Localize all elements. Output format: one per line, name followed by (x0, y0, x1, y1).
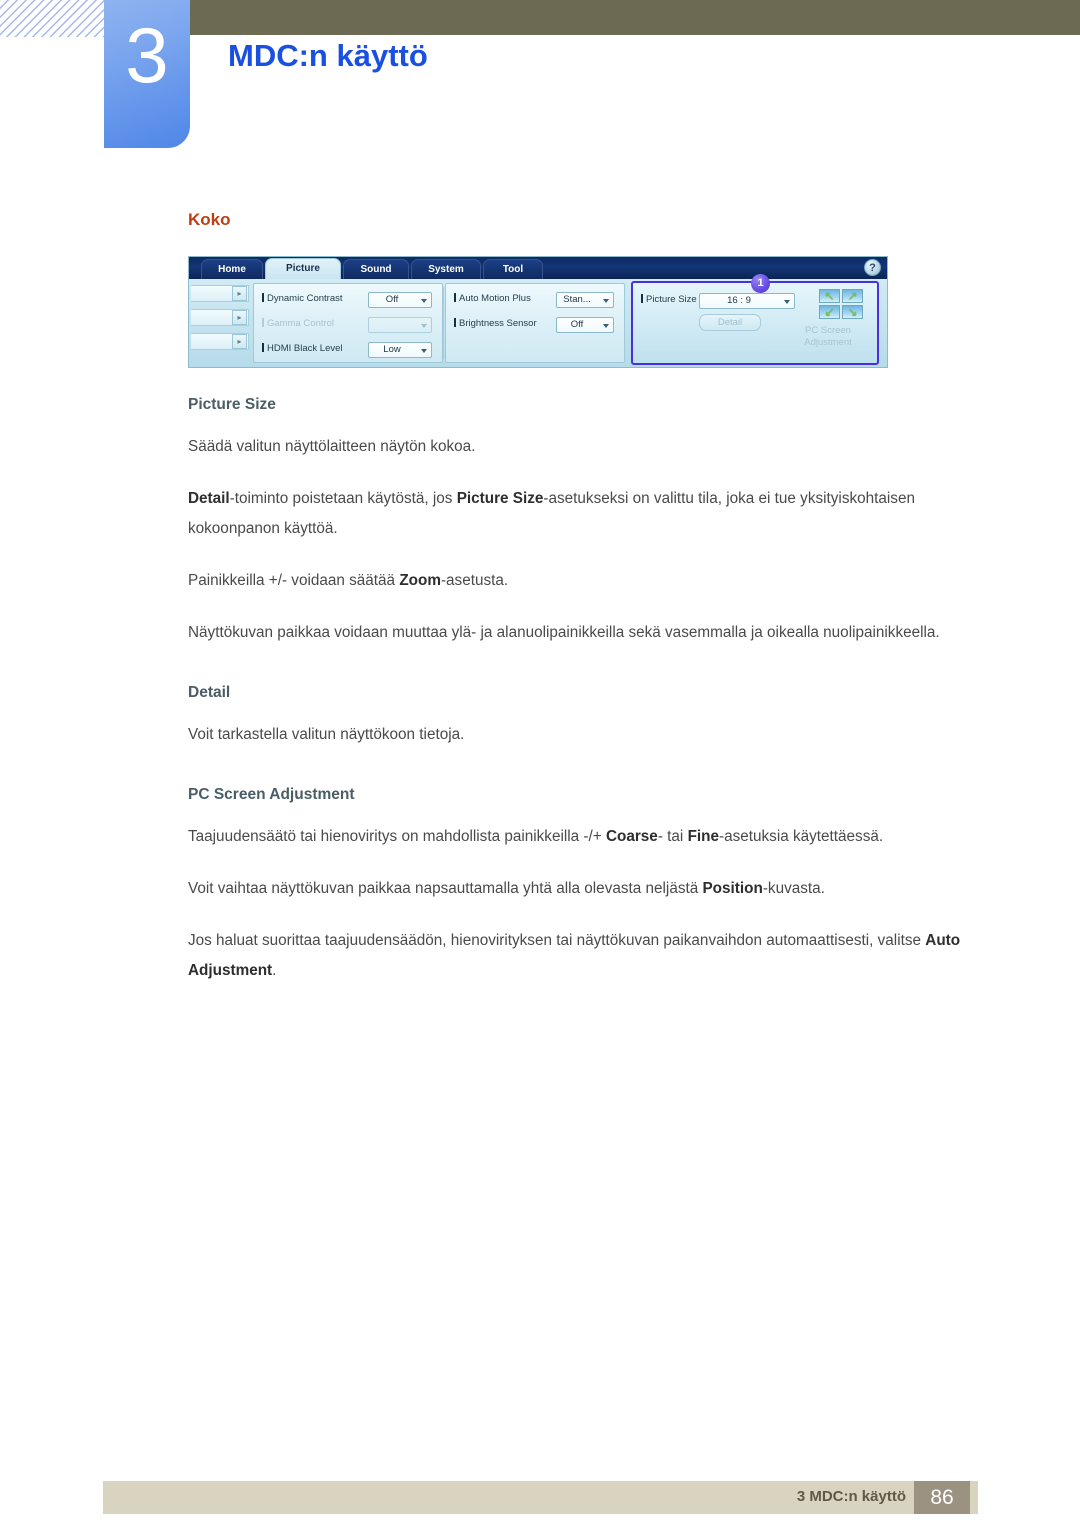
position-icon-bottom-right[interactable]: ↘ (842, 305, 863, 319)
text-run: -toiminto poistetaan käytöstä, jos (229, 490, 457, 507)
control-label: Gamma Control (262, 318, 334, 329)
header-olive-bar (190, 0, 1080, 35)
brightness-sensor-dropdown[interactable]: Off (556, 317, 614, 333)
paragraph-pc-2: Voit vaihtaa näyttökuvan paikkaa napsaut… (188, 874, 1008, 904)
gamma-control-dropdown (368, 317, 432, 333)
text-run: . (272, 962, 277, 979)
position-icon-top-right[interactable]: ↗ (842, 289, 863, 303)
mdc-tab-tool[interactable]: Tool (483, 259, 543, 279)
help-icon[interactable]: ? (864, 259, 881, 276)
detail-button[interactable]: Detail (699, 314, 761, 331)
control-hdmi-black-level: HDMI Black Level Low (254, 340, 442, 359)
page-title: MDC:n käyttö (228, 38, 428, 73)
emphasis-coarse: Coarse (605, 828, 658, 845)
chapter-number: 3 (125, 11, 169, 99)
hdmi-black-level-label: HDMI Black Level (267, 343, 343, 354)
text-run: Taajuudensäätö tai hienoviritys on mahdo… (188, 828, 606, 845)
chevron-down-icon (421, 324, 427, 328)
emphasis-picture-size: Picture Size (456, 490, 544, 507)
text-run: - tai (657, 828, 688, 845)
mdc-left-stub-column: ▸ ▸ ▸ (191, 285, 249, 357)
mdc-panel-picture-size-highlighted: 1 Picture Size 16 : 9 Detail ↖ ↗ ↙ ↘ PC … (631, 274, 879, 365)
control-gamma-control: Gamma Control (254, 315, 442, 334)
page-footer: 3 MDC:n käyttö 86 (103, 1481, 978, 1514)
mdc-tab-system[interactable]: System (411, 259, 481, 279)
mdc-tab-bar: Home Picture Sound System Tool ? (189, 257, 887, 279)
position-icon-grid: ↖ ↗ ↙ ↘ (819, 289, 865, 321)
hdmi-black-level-dropdown[interactable]: Low (368, 342, 432, 358)
footer-page-number: 86 (914, 1481, 970, 1514)
sub-heading-pc-screen-adjustment: PC Screen Adjustment (188, 786, 355, 803)
gamma-control-label: Gamma Control (267, 318, 335, 329)
chevron-down-icon (603, 299, 609, 303)
stub-row[interactable]: ▸ (191, 309, 249, 326)
paragraph-detail-1: Voit tarkastella valitun näyttökoon tiet… (188, 726, 465, 743)
footer-chapter-label: 3 MDC:n käyttö (796, 1488, 906, 1505)
control-label: Picture Size (641, 294, 697, 305)
panel-divider (443, 287, 444, 359)
paragraph-pc-1: Taajuudensäätö tai hienoviritys on mahdo… (188, 822, 1008, 852)
mdc-tab-sound[interactable]: Sound (343, 259, 409, 279)
mdc-application-screenshot: Home Picture Sound System Tool ? ▸ ▸ ▸ D… (188, 256, 888, 368)
dynamic-contrast-label: Dynamic Contrast (267, 293, 343, 304)
dropdown-value: Off (385, 294, 399, 305)
text-run: -asetuksia käytettäessä. (719, 828, 884, 845)
paragraph-pc-3: Jos haluat suorittaa taajuudensäädön, hi… (188, 926, 1008, 986)
stub-row[interactable]: ▸ (191, 285, 249, 302)
content-area: Koko Home Picture Sound System Tool ? ▸ … (188, 210, 1008, 1008)
paragraph-picture-size-1: Säädä valitun näyttölaitteen näytön koko… (188, 438, 476, 455)
chevron-down-icon (421, 299, 427, 303)
position-icon-bottom-left[interactable]: ↙ (819, 305, 840, 319)
chevron-right-icon[interactable]: ▸ (232, 286, 247, 301)
dropdown-value: Stan... (563, 294, 591, 305)
text-run: Painikkeilla +/- voidaan säätää (188, 572, 400, 589)
mdc-tab-home[interactable]: Home (201, 259, 263, 279)
mdc-panel-middle: Auto Motion Plus Stan... Brightness Sens… (445, 283, 625, 363)
auto-motion-plus-dropdown[interactable]: Stan... (556, 292, 614, 308)
text-run: -asetusta. (440, 572, 509, 589)
pc-screen-adjustment-caption: PC Screen Adjustment (804, 325, 852, 348)
chapter-number-tab: 3 (104, 0, 190, 148)
stub-row[interactable]: ▸ (191, 333, 249, 350)
control-label: Brightness Sensor (454, 318, 537, 329)
mdc-tab-picture[interactable]: Picture (265, 258, 341, 279)
dropdown-value: Off (570, 319, 584, 330)
brightness-sensor-label: Brightness Sensor (459, 318, 537, 329)
control-auto-motion-plus: Auto Motion Plus Stan... (446, 290, 624, 309)
dynamic-contrast-dropdown[interactable]: Off (368, 292, 432, 308)
text-run: Voit vaihtaa näyttökuvan paikkaa napsaut… (188, 880, 703, 897)
mdc-panel-left: Dynamic Contrast Off Gamma Control HDMI … (253, 283, 443, 363)
sub-heading-detail: Detail (188, 684, 231, 701)
picture-size-dropdown[interactable]: 16 : 9 (699, 293, 795, 309)
chevron-right-icon[interactable]: ▸ (232, 334, 247, 349)
paragraph-picture-size-4: Näyttökuvan paikkaa voidaan muuttaa ylä-… (188, 624, 940, 641)
text-run: Jos haluat suorittaa taajuudensäädön, hi… (188, 932, 926, 949)
sub-heading-picture-size: Picture Size (188, 396, 276, 413)
paragraph-picture-size-3: Painikkeilla +/- voidaan säätää Zoom-ase… (188, 566, 1008, 596)
emphasis-position: Position (702, 880, 763, 897)
chevron-right-icon[interactable]: ▸ (232, 310, 247, 325)
hatch-pattern-decoration (0, 0, 104, 37)
chevron-down-icon (784, 300, 790, 304)
chevron-down-icon (421, 349, 427, 353)
page-header: 3 MDC:n käyttö (0, 0, 1080, 160)
dropdown-value: Low (383, 344, 401, 355)
auto-motion-plus-label: Auto Motion Plus (459, 293, 531, 304)
position-icon-top-left[interactable]: ↖ (819, 289, 840, 303)
paragraph-picture-size-2: Detail-toiminto poistetaan käytöstä, jos… (188, 484, 1008, 544)
control-dynamic-contrast: Dynamic Contrast Off (254, 290, 442, 309)
text-run: -kuvasta. (762, 880, 825, 897)
emphasis-fine: Fine (687, 828, 720, 845)
control-label: Dynamic Contrast (262, 293, 343, 304)
emphasis-detail: Detail (188, 490, 230, 507)
mdc-tab-content: ▸ ▸ ▸ Dynamic Contrast Off Gamma Control… (189, 274, 887, 367)
control-brightness-sensor: Brightness Sensor Off (446, 315, 624, 334)
emphasis-zoom: Zoom (399, 572, 441, 589)
section-heading: Koko (188, 210, 231, 229)
chevron-down-icon (603, 324, 609, 328)
control-label: Auto Motion Plus (454, 293, 531, 304)
dropdown-value: 16 : 9 (727, 295, 751, 306)
picture-size-label: Picture Size (646, 294, 697, 305)
control-label: HDMI Black Level (262, 343, 343, 354)
